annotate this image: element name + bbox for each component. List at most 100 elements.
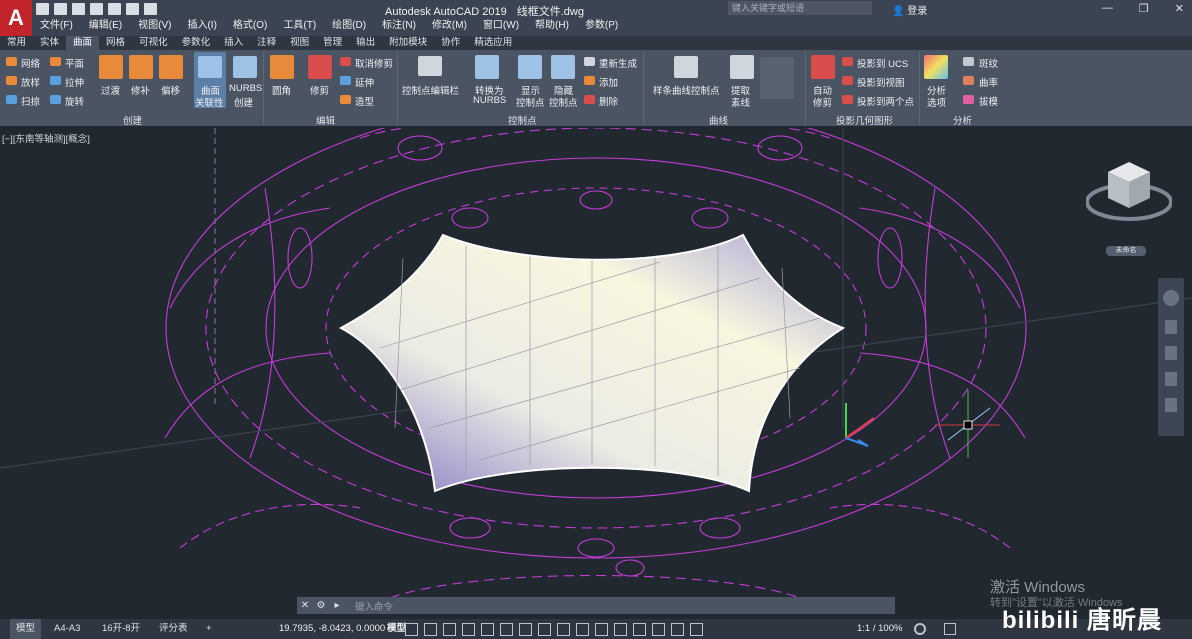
add-layout-button[interactable]: + [200,619,218,639]
close-icon[interactable]: ✕ [297,600,313,611]
rebuild-button[interactable]: 重新生成 [599,56,637,70]
gizmo-icon[interactable] [652,623,665,636]
zoom-icon[interactable] [1165,346,1177,360]
pan-icon[interactable] [1165,320,1177,334]
nurbs-create-button[interactable]: NURBS [229,83,262,94]
app-logo-button[interactable]: A [0,0,32,36]
fillet-button[interactable]: 圆角 [272,83,291,97]
tab-featured-apps[interactable]: 精选应用 [467,36,519,50]
login-button[interactable]: 👤 登录 [892,2,927,17]
sculpt-button[interactable]: 造型 [355,94,374,108]
extrude-button[interactable]: 拉伸 [65,75,84,89]
layout-tab-a4-a3[interactable]: A4-A3 [48,619,86,639]
tab-view[interactable]: 视图 [283,36,316,50]
patch-button[interactable]: 修补 [131,83,150,97]
draft-button[interactable]: 拔模 [979,94,998,108]
menu-draw[interactable]: 绘图(D) [324,18,374,34]
tab-collaborate[interactable]: 协作 [434,36,467,50]
delete-cv-button[interactable]: 删除 [599,94,618,108]
network-button[interactable]: 网络 [21,56,40,70]
restore-button[interactable]: ❐ [1139,2,1149,15]
snap-icon[interactable] [424,623,437,636]
customization-icon[interactable] [944,623,956,635]
zebra-button[interactable]: 斑纹 [979,56,998,70]
tab-annotate[interactable]: 注释 [250,36,283,50]
tab-mesh[interactable]: 网格 [99,36,132,50]
polar-icon[interactable] [462,623,475,636]
plot-icon[interactable] [108,3,121,15]
workspace-gear-icon[interactable] [914,623,926,635]
sweep-button[interactable]: 扫掠 [21,94,40,108]
new-icon[interactable] [36,3,49,15]
auto-scale-icon[interactable] [690,623,703,636]
ucs-menu-button[interactable]: 未命名 [1106,246,1146,256]
viewport-controls-label[interactable]: [−][东南等轴测][概念] [2,131,90,145]
command-history-icon[interactable]: ▸ [329,600,345,611]
lineweight-icon[interactable] [538,623,551,636]
cv-edit-bar-button[interactable]: 控制点编辑栏 [402,83,459,97]
project-to-view-button[interactable]: 投影到视图 [857,75,905,89]
tab-parametric[interactable]: 参数化 [175,36,218,50]
save-icon[interactable] [72,3,85,15]
menu-file[interactable]: 文件(F) [32,18,81,34]
menu-window[interactable]: 窗口(W) [475,18,527,34]
command-input[interactable]: 键入命令 [355,599,393,613]
selection-cycling-icon[interactable] [576,623,589,636]
annotation-visibility-icon[interactable] [671,623,684,636]
menu-dimension[interactable]: 标注(N) [374,18,424,34]
menu-tools[interactable]: 工具(T) [275,18,324,34]
viewcube[interactable] [1086,158,1172,230]
add-cv-button[interactable]: 添加 [599,75,618,89]
drawing-canvas[interactable] [0,128,1192,618]
curve-tools-icon[interactable] [760,57,794,99]
tab-insert[interactable]: 插入 [217,36,250,50]
layout-tab-score-sheet[interactable]: 评分表 [153,619,194,639]
planar-button[interactable]: 平面 [65,56,84,70]
trim-button[interactable]: 修剪 [310,83,329,97]
wrench-icon[interactable]: ⚙ [313,600,329,611]
close-button[interactable]: ✕ [1175,2,1184,15]
open-icon[interactable] [54,3,67,15]
layout-tab-16k-8k[interactable]: 16开-8开 [96,619,146,639]
undo-icon[interactable] [126,3,139,15]
tab-output[interactable]: 输出 [349,36,382,50]
dynamic-ucs-icon[interactable] [614,623,627,636]
extend-button[interactable]: 延伸 [355,75,374,89]
ortho-icon[interactable] [443,623,456,636]
tab-visualize[interactable]: 可视化 [132,36,175,50]
project-to-ucs-button[interactable]: 投影到 UCS [857,56,908,70]
menu-parametric[interactable]: 参数(P) [577,18,626,34]
grid-icon[interactable] [405,623,418,636]
layout-tab-model[interactable]: 模型 [10,619,42,639]
isodraft-icon[interactable] [481,623,494,636]
selection-filter-icon[interactable] [633,623,646,636]
offset-button[interactable]: 偏移 [161,83,180,97]
menu-modify[interactable]: 修改(M) [424,18,475,34]
spline-cv-button[interactable]: 样条曲线控制点 [653,83,720,97]
menu-format[interactable]: 格式(O) [225,18,275,34]
menu-edit[interactable]: 编辑(E) [81,18,130,34]
menu-help[interactable]: 帮助(H) [527,18,577,34]
tab-addins[interactable]: 附加模块 [382,36,434,50]
redo-icon[interactable] [144,3,157,15]
annotation-scale[interactable]: 1:1 / 100% [857,619,902,639]
untrim-button[interactable]: 取消修剪 [355,56,393,70]
steering-wheel-icon[interactable] [1163,290,1179,306]
save-as-icon[interactable] [90,3,103,15]
object-snap-tracking-icon[interactable] [500,623,513,636]
tab-home[interactable]: 常用 [0,36,33,50]
menu-view[interactable]: 视图(V) [130,18,179,34]
minimize-button[interactable]: — [1102,2,1113,15]
blend-button[interactable]: 过渡 [101,83,120,97]
transparency-icon[interactable] [557,623,570,636]
model-space-button[interactable]: 模型 [387,619,406,639]
tab-solid[interactable]: 实体 [33,36,66,50]
showmotion-icon[interactable] [1165,398,1177,412]
search-input[interactable]: 键入关键字或短语 [728,1,872,15]
tab-manage[interactable]: 管理 [316,36,349,50]
3d-osnap-icon[interactable] [595,623,608,636]
orbit-icon[interactable] [1165,372,1177,386]
menu-insert[interactable]: 插入(I) [179,18,224,34]
project-two-points-button[interactable]: 投影到两个点 [857,94,914,108]
curvature-button[interactable]: 曲率 [979,75,998,89]
